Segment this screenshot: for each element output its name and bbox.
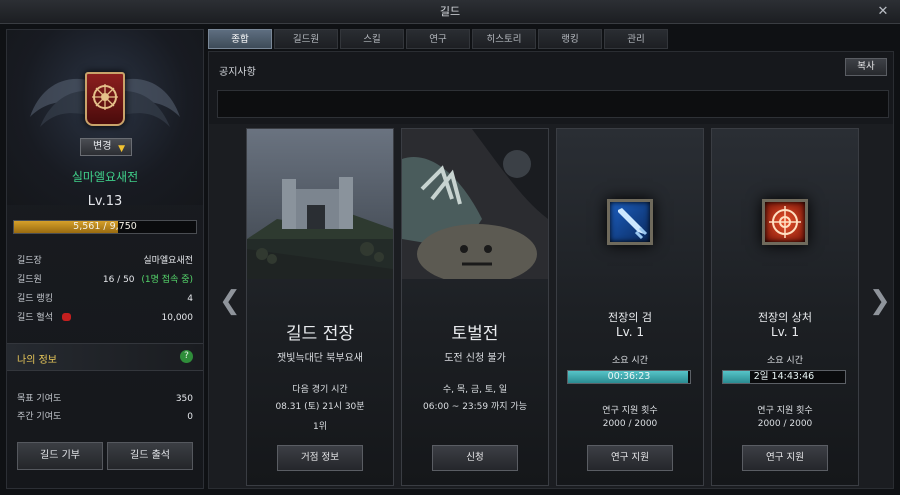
prev-arrow-icon[interactable]: ❮ bbox=[219, 288, 241, 314]
bloodstone-icon bbox=[61, 313, 71, 321]
leader-value: 실마엘요새전 bbox=[143, 256, 193, 266]
notice-label: 공지사항 bbox=[219, 67, 256, 78]
tab-research[interactable]: 연구 bbox=[406, 29, 470, 49]
wound-level: Lv. 1 bbox=[770, 325, 800, 339]
wound-time-value: 2일 14:43:46 bbox=[753, 371, 815, 382]
bloodstone-label: 길드 혈석 bbox=[17, 313, 53, 323]
tab-manage[interactable]: 관리 bbox=[604, 29, 668, 49]
rank-value: 4 bbox=[187, 294, 193, 304]
bloodstone-label-group: 길드 혈석 bbox=[17, 311, 71, 325]
raid-apply-button[interactable]: 신청 bbox=[432, 445, 518, 471]
guild-donate-button[interactable]: 길드 기부 bbox=[17, 442, 103, 470]
tab-skills[interactable]: 스킬 bbox=[340, 29, 404, 49]
tab-members[interactable]: 길드원 bbox=[274, 29, 338, 49]
wound-research-support-button[interactable]: 연구 지원 bbox=[742, 445, 828, 471]
help-icon[interactable]: ? bbox=[180, 350, 193, 363]
guild-emblem-icon bbox=[85, 72, 125, 126]
battlefield-subtitle: 잿빛늑대단 북부요새 bbox=[277, 353, 363, 364]
chevron-down-icon: ▼ bbox=[118, 144, 125, 154]
notice-text-box[interactable] bbox=[217, 90, 889, 118]
change-emblem-button[interactable]: 변경 ▼ bbox=[80, 138, 132, 156]
battlefield-art bbox=[247, 129, 393, 279]
raid-art bbox=[402, 129, 548, 279]
battlefield-title: 길드 전장 bbox=[286, 324, 354, 344]
guild-exp-bar: 5,561 / 9,750 bbox=[13, 220, 197, 234]
guild-battlefield-card: 길드 전장 잿빛늑대단 북부요새 다음 경기 시간 08.31 (토) 21시 … bbox=[246, 128, 394, 486]
guild-tabs: 종합 길드원 스킬 연구 히스토리 랭킹 관리 bbox=[208, 29, 894, 51]
battlefield-rank: 1위 bbox=[312, 422, 327, 432]
wound-support-value: 2000 / 2000 bbox=[757, 419, 813, 429]
guild-attendance-button[interactable]: 길드 출석 bbox=[107, 442, 193, 470]
overview-panel: 공지사항 복사 ❮ ❯ 길드 전장 잿빛늑대단 북부요새 다음 경기 시간 08… bbox=[208, 51, 894, 489]
change-emblem-label: 변경 bbox=[93, 141, 112, 152]
leader-row: 길드장 실마엘요새전 bbox=[17, 254, 193, 268]
target-contribution-row: 목표 기여도 350 bbox=[17, 392, 193, 406]
wound-support-label: 연구 지원 횟수 bbox=[757, 406, 813, 416]
sword-title: 전장의 검 bbox=[608, 311, 652, 324]
next-arrow-icon[interactable]: ❯ bbox=[869, 288, 891, 314]
research-wound-card: 전장의 상처 Lv. 1 소요 시간 2일 14:43:46 연구 지원 횟수 … bbox=[711, 128, 859, 486]
guild-info-panel: 변경 ▼ 실마엘요새전 Lv.13 5,561 / 9,750 길드장 실마엘요… bbox=[6, 29, 204, 489]
wound-time-label: 소요 시간 bbox=[767, 356, 803, 366]
wound-title: 전장의 상처 bbox=[757, 311, 813, 324]
tab-history[interactable]: 히스토리 bbox=[472, 29, 536, 49]
weekly-contribution-label: 주간 기여도 bbox=[17, 412, 62, 422]
my-info-title: 나의 정보 bbox=[17, 355, 57, 366]
members-row: 길드원 16 / 50 (1명 접속 중) bbox=[17, 273, 193, 287]
guild-name: 실마엘요새전 bbox=[71, 170, 139, 184]
sword-level: Lv. 1 bbox=[615, 325, 645, 339]
members-online: (1명 접속 중) bbox=[141, 275, 193, 285]
leader-label: 길드장 bbox=[17, 256, 42, 266]
guild-level: Lv.13 bbox=[87, 194, 123, 209]
next-match-time: 08.31 (토) 21시 30분 bbox=[275, 402, 365, 412]
research-sword-card: 전장의 검 Lv. 1 소요 시간 00:36:23 연구 지원 횟수 2000… bbox=[556, 128, 704, 486]
sword-support-label: 연구 지원 횟수 bbox=[602, 406, 658, 416]
weekly-contribution-value: 0 bbox=[187, 412, 193, 422]
my-info-header: 나의 정보 ? bbox=[7, 343, 203, 371]
target-skill-icon bbox=[762, 199, 808, 245]
copy-button[interactable]: 복사 bbox=[845, 58, 887, 76]
tab-overview[interactable]: 종합 bbox=[208, 29, 272, 49]
window-title: 길드 bbox=[439, 5, 461, 18]
raid-card: 토벌전 도전 신청 불가 수, 목, 금, 토, 일 06:00 ~ 23:59… bbox=[401, 128, 549, 486]
right-wing-ornament bbox=[115, 78, 180, 127]
members-value: 16 / 50 bbox=[102, 275, 135, 285]
next-match-label: 다음 경기 시간 bbox=[292, 385, 348, 395]
members-label: 길드원 bbox=[17, 275, 42, 285]
outpost-info-button[interactable]: 거점 정보 bbox=[277, 445, 363, 471]
wound-time-bar: 2일 14:43:46 bbox=[722, 370, 846, 384]
sword-support-value: 2000 / 2000 bbox=[602, 419, 658, 429]
raid-subtitle: 도전 신청 불가 bbox=[444, 353, 506, 364]
bloodstone-row: 길드 혈석 10,000 bbox=[17, 311, 193, 325]
raid-hours: 06:00 ~ 23:59 까지 가능 bbox=[423, 402, 527, 412]
target-contribution-value: 350 bbox=[175, 394, 193, 404]
raid-title: 토벌전 bbox=[451, 324, 499, 344]
sword-research-support-button[interactable]: 연구 지원 bbox=[587, 445, 673, 471]
sword-skill-icon bbox=[607, 199, 653, 245]
sword-time-bar: 00:36:23 bbox=[567, 370, 691, 384]
window-titlebar: 길드 ✕ bbox=[0, 0, 900, 24]
bloodstone-value: 10,000 bbox=[161, 313, 194, 323]
weekly-contribution-row: 주간 기여도 0 bbox=[17, 410, 193, 424]
sword-time-value: 00:36:23 bbox=[607, 371, 651, 382]
rank-label: 길드 랭킹 bbox=[17, 294, 53, 304]
sword-time-label: 소요 시간 bbox=[612, 356, 648, 366]
close-button[interactable]: ✕ bbox=[874, 3, 892, 21]
guild-exp-text: 5,561 / 9,750 bbox=[73, 221, 137, 232]
target-contribution-label: 목표 기여도 bbox=[17, 394, 62, 404]
rank-row: 길드 랭킹 4 bbox=[17, 292, 193, 306]
tab-ranking[interactable]: 랭킹 bbox=[538, 29, 602, 49]
members-value-group: 16 / 50 (1명 접속 중) bbox=[103, 273, 193, 287]
raid-days: 수, 목, 금, 토, 일 bbox=[442, 385, 508, 395]
